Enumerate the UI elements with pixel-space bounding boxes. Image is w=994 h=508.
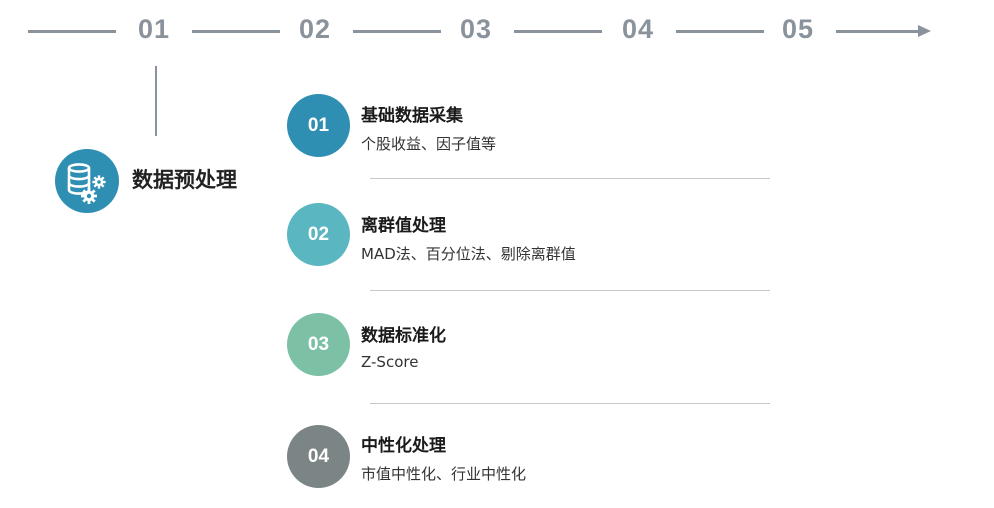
timeline-segment [192, 30, 280, 33]
timeline-step-04: 04 [621, 14, 655, 44]
step-title: 数据标准化 [361, 326, 446, 346]
database-gear-icon [55, 149, 119, 213]
divider [370, 403, 770, 404]
timeline-segment [353, 30, 441, 33]
section-title: 数据预处理 [132, 168, 237, 192]
timeline-segment [28, 30, 116, 33]
step-title: 离群值处理 [361, 216, 446, 236]
timeline-step-02: 02 [298, 14, 332, 44]
step-description: Z-Score [361, 353, 419, 371]
timeline-segment [836, 30, 920, 33]
step-description: 个股收益、因子值等 [361, 135, 497, 153]
step-number-badge: 02 [287, 203, 350, 266]
divider [370, 178, 770, 179]
step-number-badge: 01 [287, 94, 350, 157]
timeline-step-01: 01 [137, 14, 171, 44]
step-number-badge: 04 [287, 425, 350, 488]
step-description: MAD法、百分位法、剔除离群值 [361, 245, 576, 263]
step-title: 中性化处理 [361, 436, 446, 456]
timeline-segment [514, 30, 602, 33]
timeline-segment [676, 30, 764, 33]
connector-line [155, 66, 157, 136]
step-description: 市值中性化、行业中性化 [361, 465, 527, 483]
timeline-step-03: 03 [459, 14, 493, 44]
divider [370, 290, 770, 291]
step-title: 基础数据采集 [361, 106, 463, 126]
timeline: 01 02 03 04 05 [0, 0, 994, 60]
timeline-arrow-icon [918, 25, 931, 37]
step-number-badge: 03 [287, 313, 350, 376]
timeline-step-05: 05 [781, 14, 815, 44]
